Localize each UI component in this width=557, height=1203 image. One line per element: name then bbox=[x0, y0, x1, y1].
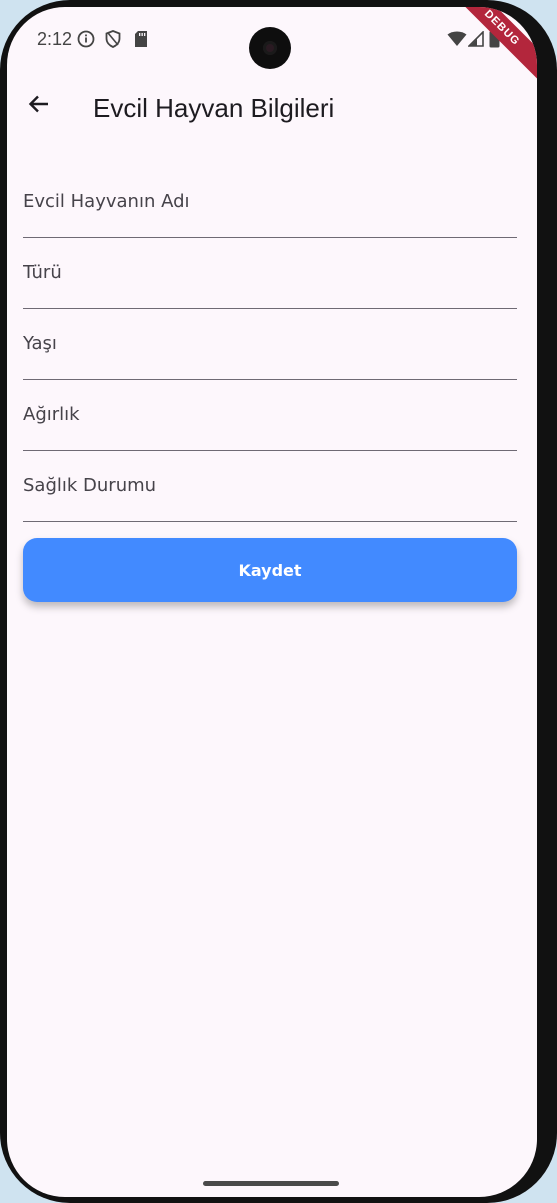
pet-health-field-container bbox=[23, 451, 517, 522]
save-button[interactable]: Kaydet bbox=[23, 538, 517, 602]
home-indicator[interactable] bbox=[203, 1181, 339, 1186]
front-camera bbox=[249, 27, 291, 69]
status-time: 2:12 bbox=[37, 29, 73, 49]
page-title: Evcil Hayvan Bilgileri bbox=[93, 93, 335, 123]
pet-health-field[interactable] bbox=[23, 465, 517, 505]
signal-icon bbox=[467, 30, 484, 52]
sd-card-icon bbox=[134, 30, 148, 53]
wifi-icon bbox=[447, 31, 467, 52]
status-bar: 2:12 DEBUG bbox=[7, 7, 537, 82]
pet-weight-field[interactable] bbox=[23, 394, 517, 434]
app-screen: 2:12 DEBUG Evcil Hayvan Bilgileri Evcil … bbox=[7, 7, 537, 1197]
pet-type-field-container bbox=[23, 238, 517, 309]
arrow-back-icon bbox=[27, 92, 51, 121]
info-icon bbox=[77, 30, 95, 53]
pet-age-field[interactable] bbox=[23, 323, 517, 363]
back-button[interactable] bbox=[21, 88, 57, 124]
device-frame: 2:12 DEBUG Evcil Hayvan Bilgileri Evcil … bbox=[0, 0, 557, 1203]
pet-age-field-container bbox=[23, 309, 517, 380]
pet-name-field[interactable] bbox=[23, 181, 517, 221]
pet-form bbox=[23, 167, 517, 522]
shield-icon bbox=[105, 30, 121, 53]
pet-name-field-container bbox=[23, 167, 517, 238]
pet-type-field[interactable] bbox=[23, 252, 517, 292]
pet-weight-field-container bbox=[23, 380, 517, 451]
app-bar: Evcil Hayvan Bilgileri bbox=[7, 73, 537, 143]
